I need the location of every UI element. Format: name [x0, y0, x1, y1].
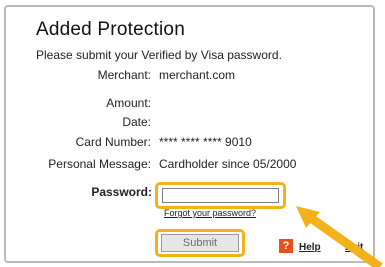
merchant-label: Merchant:	[97, 68, 151, 82]
detail-row-amount: Amount:	[0, 96, 385, 114]
card-number-label: Card Number:	[75, 135, 151, 149]
amount-label: Amount:	[106, 96, 151, 110]
card-number-value: **** **** **** 9010	[159, 135, 252, 149]
forgot-password-link[interactable]: Forgot your password?	[164, 208, 256, 218]
detail-row-date: Date:	[0, 115, 385, 133]
detail-row-merchant: Merchant: merchant.com	[0, 68, 385, 86]
submit-button[interactable]: Submit	[161, 234, 239, 252]
detail-row-personal-message: Personal Message: Cardholder since 05/20…	[0, 157, 385, 175]
password-input[interactable]	[162, 188, 279, 203]
personal-message-label: Personal Message:	[48, 157, 151, 171]
merchant-value: merchant.com	[159, 68, 236, 82]
pointer-arrow-icon	[296, 206, 383, 267]
password-label: Password:	[91, 185, 152, 199]
detail-row-card-number: Card Number: **** **** **** 9010	[0, 135, 385, 153]
personal-message-value: Cardholder since 05/2000	[159, 157, 297, 171]
dialog-title: Added Protection	[36, 19, 185, 40]
arrow-shaft	[305, 212, 383, 267]
instruction-text: Please submit your Verified by Visa pass…	[36, 48, 282, 62]
date-label: Date:	[122, 115, 151, 129]
